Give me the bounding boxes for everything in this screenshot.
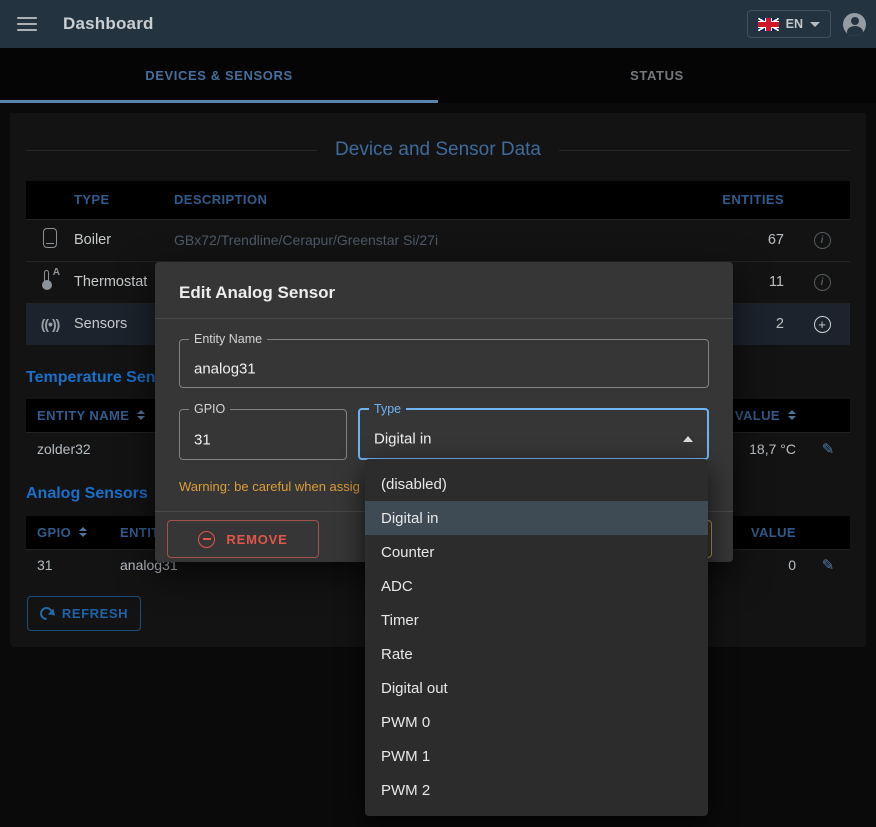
device-type: Boiler bbox=[74, 219, 174, 261]
tab-status[interactable]: STATUS bbox=[438, 48, 876, 103]
col-header-gpio: GPIO bbox=[37, 525, 71, 540]
hamburger-menu-icon[interactable] bbox=[17, 17, 37, 31]
entity-name-field[interactable]: Entity Name analog31 bbox=[179, 332, 709, 388]
table-row-boiler[interactable]: Boiler GBx72/Trendline/Cerapur/Greenstar… bbox=[26, 219, 850, 261]
top-bar: Dashboard EN bbox=[0, 0, 876, 48]
screen: Dashboard EN DEVICES & SENSORS STATUS De… bbox=[0, 0, 876, 827]
menu-item-adc[interactable]: ADC bbox=[365, 569, 708, 603]
sort-icon[interactable] bbox=[79, 527, 87, 537]
tab-bar: DEVICES & SENSORS STATUS bbox=[0, 48, 876, 103]
type-label: Type bbox=[369, 402, 406, 416]
menu-item-pwm0[interactable]: PWM 0 bbox=[365, 706, 708, 740]
tab-devices-sensors[interactable]: DEVICES & SENSORS bbox=[0, 48, 438, 103]
analog-sensors-heading: Analog Sensors bbox=[26, 485, 148, 503]
section-title: Device and Sensor Data bbox=[335, 139, 541, 161]
edit-pencil-icon[interactable] bbox=[822, 556, 835, 574]
sort-icon[interactable] bbox=[137, 410, 145, 420]
type-value: Digital in bbox=[374, 431, 432, 448]
type-dropdown-menu: (disabled) Digital in Counter ADC Timer … bbox=[365, 459, 708, 816]
device-entities-count: 67 bbox=[704, 219, 794, 261]
warning-text: Warning: be careful when assig bbox=[179, 479, 360, 494]
col-header-entity-name: ENTITY NAME bbox=[37, 408, 129, 423]
remove-label: REMOVE bbox=[226, 532, 287, 547]
page-title: Dashboard bbox=[63, 14, 154, 34]
refresh-icon bbox=[37, 604, 55, 622]
col-header-type: TYPE bbox=[74, 181, 174, 219]
sensors-icon bbox=[41, 316, 60, 332]
dialog-title: Edit Analog Sensor bbox=[155, 262, 733, 318]
info-icon[interactable] bbox=[814, 232, 831, 249]
uk-flag-icon bbox=[758, 18, 779, 31]
refresh-button[interactable]: REFRESH bbox=[27, 596, 141, 631]
thermostat-icon: A bbox=[40, 269, 60, 291]
divider bbox=[155, 318, 733, 319]
user-avatar-icon[interactable] bbox=[843, 13, 866, 36]
col-header-description: DESCRIPTION bbox=[174, 181, 704, 219]
menu-item-timer[interactable]: Timer bbox=[365, 603, 708, 637]
gpio-label: GPIO bbox=[189, 402, 230, 416]
type-select[interactable]: Type Digital in bbox=[358, 402, 709, 460]
boiler-icon bbox=[43, 228, 57, 248]
gpio-field[interactable]: GPIO 31 bbox=[179, 402, 347, 460]
minus-circle-icon bbox=[198, 531, 215, 548]
gpio-number: 31 bbox=[26, 549, 120, 581]
topbar-right: EN bbox=[747, 10, 866, 38]
remove-button[interactable]: REMOVE bbox=[167, 520, 319, 558]
section-heading: Device and Sensor Data bbox=[26, 139, 850, 161]
entity-name-label: Entity Name bbox=[189, 332, 267, 346]
col-header-value: VALUE bbox=[735, 408, 780, 423]
menu-item-pwm2[interactable]: PWM 2 bbox=[365, 774, 708, 808]
chevron-up-icon bbox=[683, 436, 693, 442]
gpio-value: 31 bbox=[194, 431, 211, 448]
menu-item-digital-out[interactable]: Digital out bbox=[365, 672, 708, 706]
edit-pencil-icon[interactable] bbox=[822, 440, 835, 458]
add-icon[interactable] bbox=[814, 316, 831, 333]
language-label: EN bbox=[786, 17, 803, 31]
menu-item-digital-in[interactable]: Digital in bbox=[365, 501, 708, 535]
refresh-label: REFRESH bbox=[62, 606, 128, 621]
menu-item-rate[interactable]: Rate bbox=[365, 637, 708, 671]
info-icon[interactable] bbox=[814, 274, 831, 291]
menu-item-pwm1[interactable]: PWM 1 bbox=[365, 740, 708, 774]
device-description: GBx72/Trendline/Cerapur/Greenstar Si/27i bbox=[174, 219, 704, 261]
device-table-header: TYPE DESCRIPTION ENTITIES bbox=[26, 181, 850, 219]
sort-icon[interactable] bbox=[788, 410, 796, 420]
col-header-entities: ENTITIES bbox=[704, 181, 794, 219]
menu-item-counter[interactable]: Counter bbox=[365, 535, 708, 569]
entity-name-value: analog31 bbox=[194, 360, 256, 377]
language-selector[interactable]: EN bbox=[747, 10, 831, 38]
menu-item-disabled[interactable]: (disabled) bbox=[365, 467, 708, 501]
chevron-down-icon bbox=[810, 22, 820, 27]
